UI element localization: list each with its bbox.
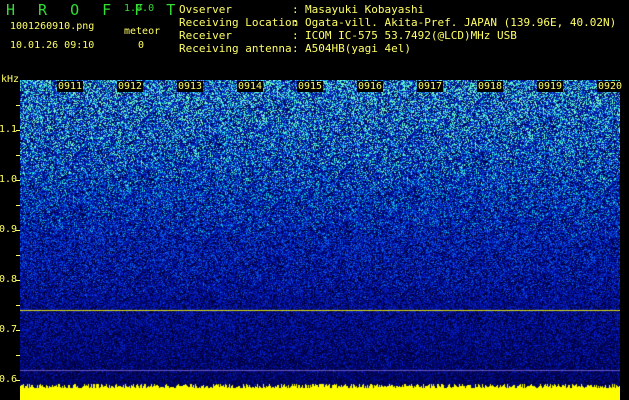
y-minor-tick	[16, 355, 20, 356]
time-tick-label: 0917	[417, 81, 444, 92]
file-name: 1001260910.png	[10, 21, 95, 32]
receiver-label: Receiver	[179, 29, 232, 42]
y-tick-label: 1.0	[0, 174, 17, 185]
location-value: Ogata-vill. Akita-Pref. JAPAN (139.96E, …	[305, 16, 617, 29]
y-tick	[16, 330, 20, 331]
time-tick-label: 0914	[237, 81, 264, 92]
receiver-value: ICOM IC-575 53.7492(@LCD)MHz USB	[305, 29, 517, 42]
y-tick-label: 1.1	[0, 124, 17, 135]
time-tick-label: 0918	[477, 81, 504, 92]
time-tick-label: 0919	[537, 81, 564, 92]
observer-value: Masayuki Kobayashi	[305, 3, 425, 16]
location-sep: :	[292, 16, 299, 29]
y-tick	[16, 180, 20, 181]
spectrogram	[20, 80, 620, 400]
observer-label: Ovserver	[179, 3, 232, 16]
y-minor-tick	[16, 155, 20, 156]
y-tick-label: 0.7	[0, 324, 17, 335]
y-tick-label: 0.8	[0, 274, 17, 285]
meteor-label: meteor	[124, 26, 161, 37]
time-tick-label: 0916	[357, 81, 384, 92]
timestamp: 10.01.26 09:10	[10, 40, 95, 51]
observer-sep: :	[292, 3, 299, 16]
y-minor-tick	[16, 255, 20, 256]
receiver-sep: :	[292, 29, 299, 42]
y-minor-tick	[16, 305, 20, 306]
time-tick-label: 0915	[297, 81, 324, 92]
antenna-label: Receiving antenna	[179, 42, 292, 55]
y-tick	[16, 280, 20, 281]
antenna-value: A504HB(yagi 4el)	[305, 42, 411, 55]
y-axis-unit: kHz	[1, 74, 20, 85]
y-tick	[16, 130, 20, 131]
meteor-count: 0	[138, 40, 145, 51]
y-tick-label: 0.9	[0, 224, 17, 235]
y-minor-tick	[16, 205, 20, 206]
antenna-sep: :	[292, 42, 299, 55]
y-minor-tick	[16, 105, 20, 106]
y-tick	[16, 230, 20, 231]
time-tick-label: 0920	[597, 81, 624, 92]
app-version: 1.0.0	[124, 3, 155, 14]
y-tick-label: 0.6	[0, 374, 17, 385]
app-logo: H R O F F T	[6, 1, 183, 19]
time-tick-label: 0912	[117, 81, 144, 92]
location-label: Receiving Location	[179, 16, 299, 29]
y-tick	[16, 380, 20, 381]
time-tick-label: 0913	[177, 81, 204, 92]
time-tick-label: 0911	[57, 81, 84, 92]
